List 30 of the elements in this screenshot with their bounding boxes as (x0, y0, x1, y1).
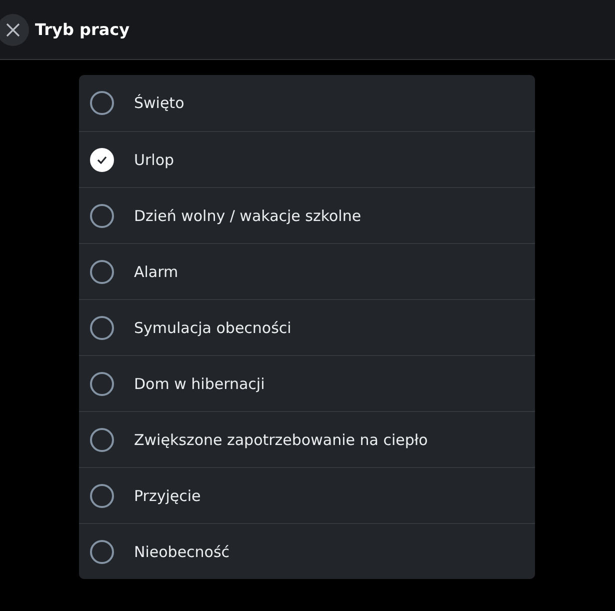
option-row[interactable]: Przyjęcie (79, 467, 535, 523)
option-label: Dzień wolny / wakacje szkolne (134, 206, 362, 224)
radio-button[interactable] (90, 316, 114, 340)
option-label: Święto (134, 94, 184, 112)
option-label: Symulacja obecności (134, 318, 292, 336)
radio-button[interactable] (90, 91, 114, 115)
option-label: Alarm (134, 262, 178, 280)
check-icon (97, 156, 107, 164)
radio-button[interactable] (90, 372, 114, 396)
option-row[interactable]: Święto (79, 75, 535, 131)
option-row[interactable]: Urlop (79, 131, 535, 187)
option-row[interactable]: Dzień wolny / wakacje szkolne (79, 187, 535, 243)
option-label: Dom w hibernacji (134, 374, 265, 392)
option-row[interactable]: Nieobecność (79, 523, 535, 579)
option-label: Nieobecność (134, 542, 230, 560)
window-title: Tryb pracy (35, 20, 130, 39)
close-button[interactable] (0, 14, 29, 46)
option-label: Zwiększone zapotrzebowanie na ciepło (134, 430, 428, 448)
option-label: Przyjęcie (134, 486, 201, 504)
option-row[interactable]: Alarm (79, 243, 535, 299)
radio-button[interactable] (90, 428, 114, 452)
radio-button[interactable] (90, 484, 114, 508)
option-label: Urlop (134, 150, 174, 168)
radio-button[interactable] (90, 204, 114, 228)
close-icon (6, 22, 20, 36)
radio-button[interactable] (90, 260, 114, 284)
option-row[interactable]: Symulacja obecności (79, 299, 535, 355)
option-row[interactable]: Dom w hibernacji (79, 355, 535, 411)
option-row[interactable]: Zwiększone zapotrzebowanie na ciepło (79, 411, 535, 467)
radio-button[interactable] (90, 540, 114, 564)
